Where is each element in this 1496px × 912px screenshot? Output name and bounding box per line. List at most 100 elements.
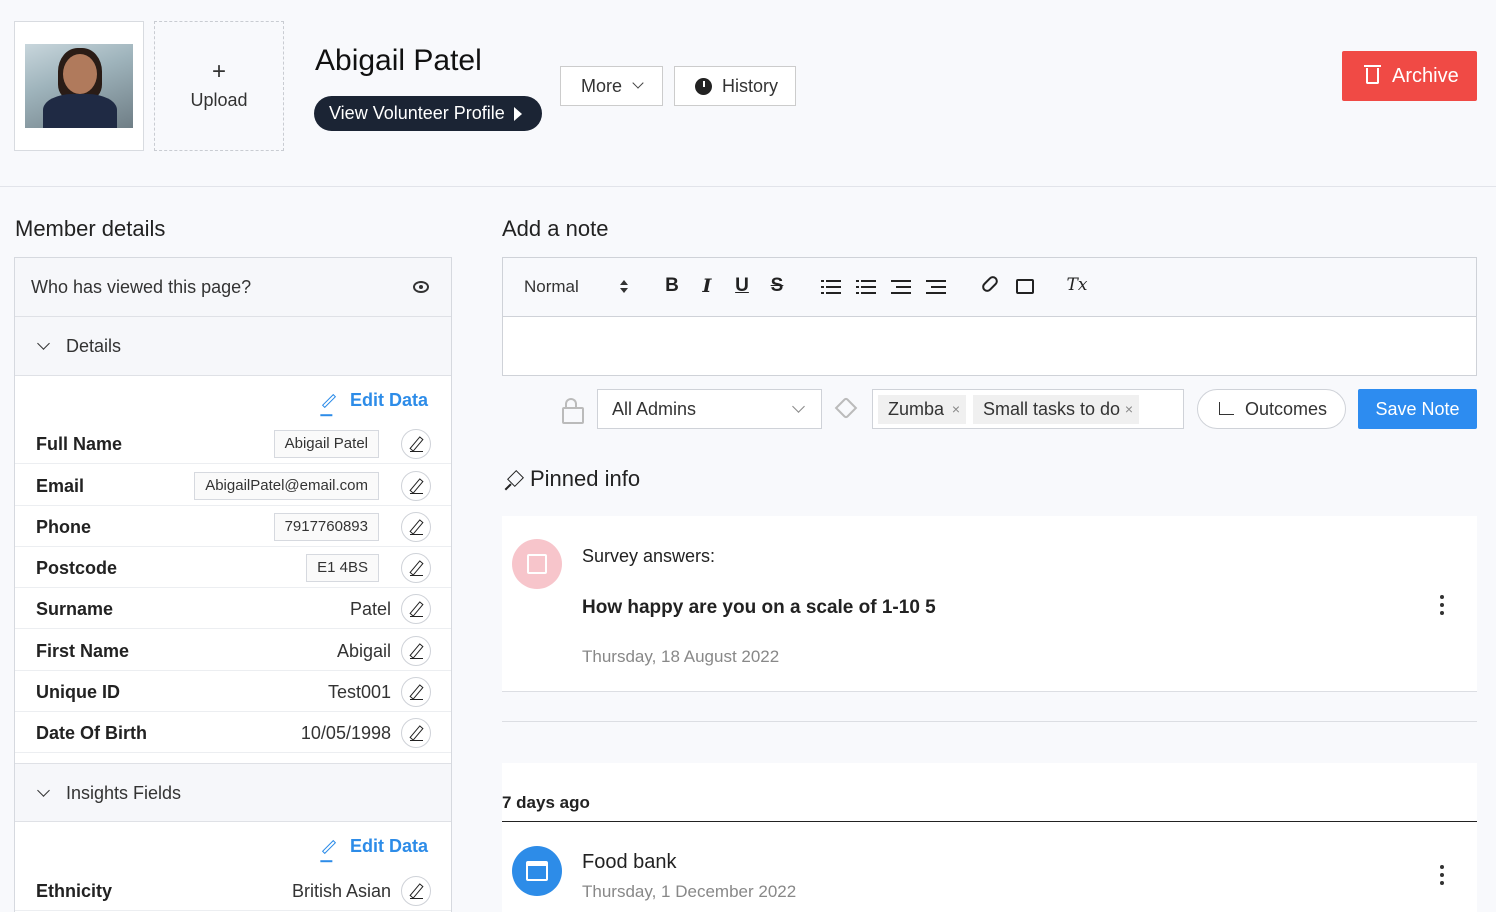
chevron-down-icon (632, 77, 644, 89)
bold-button[interactable]: B (661, 275, 683, 297)
edit-field-button[interactable] (401, 718, 431, 748)
remove-tag-icon[interactable]: × (952, 395, 960, 424)
field-row: Email AbigailPatel@email.com (15, 465, 451, 506)
editor-toolbar: Normal B I U S Tx (502, 257, 1477, 317)
caret-right-icon (514, 107, 522, 121)
underline-button[interactable]: U (731, 275, 753, 297)
details-accordion-label: Details (66, 336, 122, 356)
field-label: Email (36, 476, 85, 496)
edit-data-label: Edit Data (350, 390, 429, 410)
field-value: AbigailPatel@email.com (194, 472, 379, 500)
insights-accordion-header[interactable]: Insights Fields (15, 763, 451, 822)
divider (502, 721, 1477, 722)
field-row-ethnicity: Ethnicity British Asian (15, 870, 451, 911)
history-button[interactable]: History (674, 66, 796, 106)
more-dropdown-button[interactable]: More (560, 66, 663, 106)
tag-chip: Small tasks to do × (973, 395, 1139, 424)
edit-field-button[interactable] (401, 636, 431, 666)
tags-input[interactable]: Zumba × Small tasks to do × (872, 389, 1184, 429)
pinned-card-date: Thursday, 18 August 2022 (582, 647, 780, 666)
edit-field-button[interactable] (401, 553, 431, 583)
more-options-icon[interactable] (1440, 595, 1444, 599)
tag-label: Small tasks to do (983, 399, 1121, 419)
tag-icon (834, 396, 858, 420)
ordered-list-icon[interactable] (821, 279, 841, 295)
text-format-select[interactable]: Normal (524, 277, 579, 297)
view-volunteer-profile-label: View Volunteer Profile (329, 103, 505, 123)
chevron-down-icon (792, 400, 805, 413)
field-value: British Asian (291, 881, 391, 901)
pencil-icon (321, 393, 337, 409)
chevron-down-icon (37, 784, 50, 797)
edit-field-button[interactable] (401, 876, 431, 906)
clear-format-button[interactable]: Tx (1066, 275, 1088, 295)
field-row: Unique ID Test001 (15, 671, 451, 712)
trash-icon (1364, 65, 1381, 84)
insights-edit-data-button[interactable]: Edit Data (321, 836, 429, 857)
link-icon[interactable] (980, 274, 1000, 294)
edit-field-button[interactable] (401, 429, 431, 459)
avatar (25, 44, 133, 128)
save-note-button[interactable]: Save Note (1358, 389, 1477, 429)
edit-field-button[interactable] (401, 512, 431, 542)
clock-icon (695, 78, 712, 95)
edit-field-button[interactable] (401, 471, 431, 501)
italic-button[interactable]: I (696, 275, 718, 297)
bullet-list-icon[interactable] (856, 279, 876, 295)
field-row: Surname Patel (15, 588, 451, 629)
field-row: Date Of Birth 10/05/1998 (15, 712, 451, 753)
pinned-card: Survey answers: How happy are you on a s… (502, 516, 1477, 692)
field-label: Phone (36, 517, 92, 537)
more-options-icon[interactable] (1440, 865, 1444, 869)
field-value: E1 4BS (306, 554, 379, 582)
field-row: Postcode E1 4BS (15, 547, 451, 588)
insights-accordion-label: Insights Fields (66, 783, 182, 803)
timeline-group-label: 7 days ago (502, 793, 590, 812)
tag-chip: Zumba × (878, 395, 966, 424)
strikethrough-button[interactable]: S (766, 275, 788, 297)
archive-label: Archive (1392, 65, 1459, 87)
field-row: First Name Abigail (15, 630, 451, 671)
remove-tag-icon[interactable]: × (1125, 395, 1133, 424)
note-editor-area[interactable] (502, 316, 1477, 376)
tag-label: Zumba (888, 399, 945, 419)
who-viewed-label: Who has viewed this page? (31, 277, 252, 297)
chevron-down-icon (37, 337, 50, 350)
field-row: Full Name Abigail Patel (15, 423, 451, 464)
edit-field-button[interactable] (401, 594, 431, 624)
who-viewed-row[interactable]: Who has viewed this page? (15, 258, 451, 317)
edit-field-button[interactable] (401, 677, 431, 707)
archive-button[interactable]: Archive (1342, 51, 1477, 101)
survey-icon (512, 539, 562, 589)
eye-icon[interactable] (413, 281, 429, 293)
field-value: Abigail Patel (273, 430, 379, 458)
lock-icon[interactable] (562, 398, 584, 424)
field-row: Phone 7917760893 (15, 506, 451, 547)
view-volunteer-profile-button[interactable]: View Volunteer Profile (314, 96, 542, 131)
pinned-card-heading: Survey answers: (582, 546, 716, 566)
indent-icon[interactable] (926, 279, 946, 295)
member-details-title: Member details (15, 216, 166, 241)
edit-data-button[interactable]: Edit Data (321, 390, 429, 411)
outcomes-label: Outcomes (1245, 399, 1328, 419)
pinned-info-title: Pinned info (530, 466, 641, 491)
field-value: 10/05/1998 (300, 723, 391, 743)
image-icon[interactable] (1016, 279, 1034, 294)
field-label: Full Name (36, 434, 123, 454)
member-name: Abigail Patel (315, 44, 482, 77)
upload-label: Upload (190, 90, 248, 110)
outcomes-button[interactable]: Outcomes (1197, 389, 1346, 429)
insights-edit-data-label: Edit Data (350, 836, 429, 856)
plus-icon: + (211, 58, 226, 85)
pinned-card-question: How happy are you on a scale of 1-10 5 (582, 597, 936, 618)
member-details-panel: Who has viewed this page? Details Edit D… (14, 257, 452, 912)
outdent-icon[interactable] (891, 279, 911, 295)
details-accordion-header[interactable]: Details (15, 317, 451, 376)
field-value: Patel (349, 599, 391, 619)
profile-photo[interactable] (14, 21, 144, 151)
visibility-select[interactable]: All Admins (597, 389, 822, 429)
pin-icon (504, 471, 522, 489)
field-label: Postcode (36, 558, 118, 578)
divider (502, 821, 1477, 822)
upload-photo-button[interactable]: + Upload (154, 21, 284, 151)
